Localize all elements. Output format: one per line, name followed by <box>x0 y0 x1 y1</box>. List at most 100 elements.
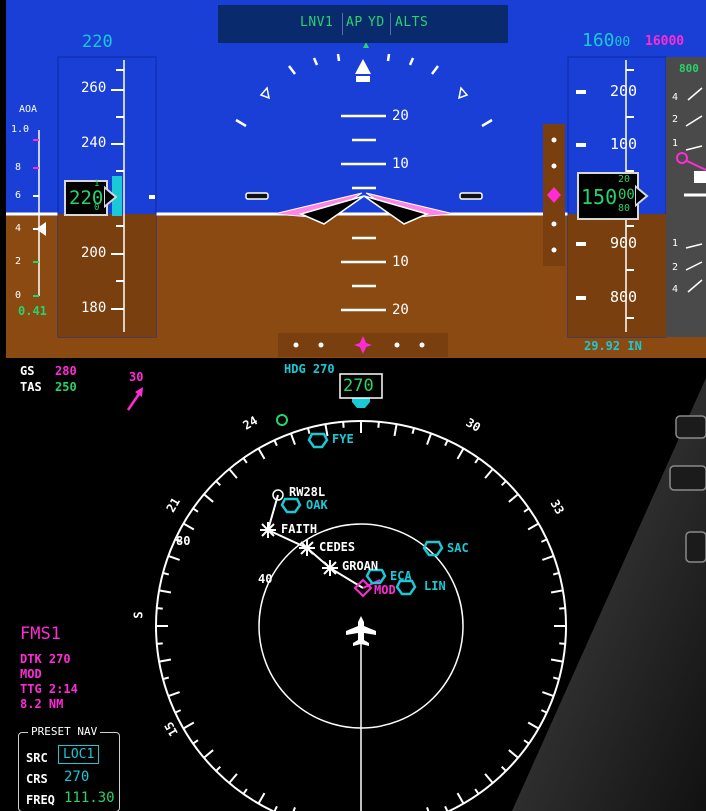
compass-tick <box>203 493 214 503</box>
compass-tick <box>559 607 566 610</box>
vor-oak-icon <box>280 497 302 514</box>
alt-tick-900: 900 <box>610 234 638 252</box>
autopilot-status: AP <box>346 15 363 30</box>
pitch-label-up-20: 20 <box>392 108 409 124</box>
compass-tick <box>456 447 465 460</box>
left-wing-reference <box>245 192 269 200</box>
nav-source: FMS1 <box>20 624 61 644</box>
compass-tick <box>501 766 507 772</box>
compass-tick <box>550 589 564 594</box>
lateral-mode: LNV1 <box>300 15 334 30</box>
compass-tick <box>411 427 416 435</box>
compass-tick <box>158 589 172 594</box>
ground-speed-value: 280 <box>55 364 77 378</box>
compass-tick <box>215 480 221 486</box>
compass-tick <box>523 739 530 745</box>
vertical-mode: ALTS <box>395 15 429 30</box>
compass-tick <box>158 658 172 663</box>
compass-tick <box>474 457 480 464</box>
wind-direction: 30 <box>129 370 144 384</box>
speed-tape-lower <box>58 214 156 337</box>
compass-tick <box>474 788 480 795</box>
compass-tick <box>540 709 548 714</box>
compass-tick <box>192 507 199 513</box>
speed-tick-260: 260 <box>81 80 107 96</box>
compass-tick <box>552 676 560 681</box>
outer-range-label: 80 <box>176 534 191 548</box>
compass-tick <box>242 788 248 795</box>
waypoint-cedes-icon <box>299 540 315 556</box>
current-heading: 270 <box>343 376 374 396</box>
speed-tick-180: 180 <box>81 300 107 316</box>
altitude-box-pointer <box>635 184 649 208</box>
preset-nav-title: PRESET NAV <box>28 725 101 738</box>
compass-label-s: S <box>131 611 146 619</box>
compass-tick <box>456 792 465 805</box>
time-to-go: TTG 2:14 <box>20 682 78 696</box>
waypoint-groan-icon <box>322 560 338 576</box>
speed-tick-240: 240 <box>81 135 107 151</box>
preset-src-value[interactable]: LOC1 <box>58 745 100 764</box>
compass-tick <box>228 773 238 784</box>
compass-tick <box>162 571 170 576</box>
vor-eca-label: ECA <box>390 569 412 583</box>
true-airspeed-label: TAS <box>20 380 42 394</box>
right-wing-reference <box>459 192 483 200</box>
compass-tick <box>182 522 195 531</box>
wind-bug <box>276 414 288 426</box>
compass-tick <box>156 607 163 610</box>
waypoint-groan-label: GROAN <box>342 559 379 573</box>
compass-tick <box>393 423 398 437</box>
desired-track: DTK 270 <box>20 652 71 666</box>
compass-tick <box>182 721 195 730</box>
aoa-value: 0.41 <box>18 304 47 318</box>
compass-tick <box>156 642 163 645</box>
pitch-label-up-10: 10 <box>392 156 409 172</box>
distance-to-waypoint: 8.2 NM <box>20 697 64 711</box>
compass-tick <box>292 807 296 811</box>
waypoint-mod-label: MOD <box>374 583 396 597</box>
compass-tick <box>444 439 449 447</box>
compass-tick <box>273 439 278 447</box>
compass-tick <box>426 433 433 445</box>
compass-tick <box>324 423 329 437</box>
alt-tick-200: 200 <box>610 82 638 100</box>
yaw-damper-status: YD <box>368 15 385 30</box>
pitch-label-down-20: 20 <box>392 302 409 318</box>
slip-indicator <box>356 76 370 82</box>
compass-tick <box>162 676 170 681</box>
compass-tick <box>508 749 519 759</box>
compass-tick <box>552 571 560 576</box>
vor-fye-label: FYE <box>332 432 354 446</box>
compass-tick <box>550 658 564 663</box>
compass-tick <box>228 468 238 479</box>
compass-tick <box>540 538 548 543</box>
flight-mode-annunciator: LNV1 AP YD ALTS <box>218 5 508 43</box>
preset-freq-label: FREQ <box>26 793 55 807</box>
preset-crs-value: 270 <box>64 769 90 785</box>
compass-tick <box>542 691 554 698</box>
compass-tick <box>242 457 248 464</box>
waypoint-cedes-label: CEDES <box>319 540 356 554</box>
baro-setting: 29.92 IN <box>584 339 642 353</box>
preselect-altitude: 16000 <box>645 34 685 49</box>
compass-tick <box>484 773 494 784</box>
compass-tick <box>377 421 380 428</box>
compass-tick <box>174 709 182 714</box>
vsi-top-label: 800 <box>679 62 699 75</box>
waypoint-faith-icon <box>260 522 276 538</box>
primary-flight-display: LNV1 AP YD ALTS 220 260 240 200 180 220 … <box>6 0 706 358</box>
heading-select: HDG 270 <box>284 362 335 376</box>
speed-tick-200: 200 <box>81 245 107 261</box>
preset-crs-label: CRS <box>26 772 48 786</box>
compass-tick <box>342 421 345 428</box>
compass-tick <box>527 522 540 531</box>
compass-tick <box>444 805 449 811</box>
compass-tick <box>168 691 180 698</box>
compass-tick <box>542 554 554 561</box>
compass-tick <box>484 468 494 479</box>
compass-tick <box>257 447 266 460</box>
compass-tick <box>508 493 519 503</box>
compass-tick <box>192 739 199 745</box>
true-airspeed-value: 250 <box>55 380 77 394</box>
